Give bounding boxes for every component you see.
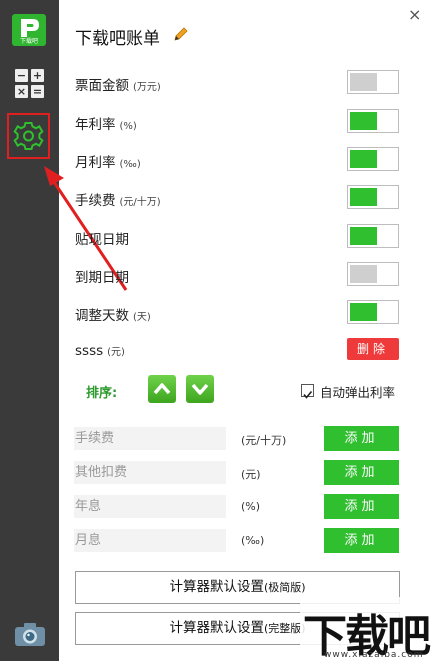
monthly-interest-input[interactable] [74, 529, 226, 552]
toggle-annual-rate[interactable] [347, 109, 399, 133]
sort-down-button[interactable] [186, 375, 214, 403]
sidebar: 下载吧 − + × = [0, 0, 59, 661]
watermark-url: www.xiazaiba.com [324, 650, 424, 660]
chevron-up-icon [153, 383, 171, 395]
edit-pencil-icon[interactable] [173, 26, 189, 42]
fee-input-unit: (元/十万) [241, 434, 287, 447]
delete-button[interactable]: 删除 [347, 338, 399, 360]
setting-label-fee: 手续费 (元/十万) [75, 193, 161, 209]
camera-icon[interactable] [14, 621, 46, 647]
setting-label-due-date: 到期日期 [75, 270, 129, 286]
calc-key: × [15, 85, 28, 98]
calc-key: + [31, 69, 44, 82]
toggle-due-date[interactable] [347, 262, 399, 286]
add-annual-interest-button[interactable]: 添加 [324, 494, 399, 519]
logo-text: 下载吧 [19, 38, 38, 45]
add-other-deduction-button[interactable]: 添加 [324, 460, 399, 485]
custom-row-label: ssss (元) [75, 343, 125, 359]
monthly-interest-unit: (‰) [241, 534, 265, 547]
setting-label-monthly-rate: 月利率 (‰) [75, 155, 141, 171]
setting-label-adjust-days: 调整天数 (天) [75, 308, 151, 324]
other-deduction-input[interactable] [74, 461, 226, 484]
calc-key: = [31, 85, 44, 98]
add-monthly-interest-button[interactable]: 添加 [324, 528, 399, 553]
toggle-discount-date[interactable] [347, 224, 399, 248]
other-deduction-unit: (元) [241, 468, 261, 481]
auto-popup-label: 自动弹出利率 [320, 385, 396, 400]
auto-popup-checkbox[interactable] [301, 384, 314, 399]
setting-label-face-amount: 票面金额 (万元) [75, 78, 161, 94]
checkmark-icon [303, 390, 313, 399]
annual-interest-unit: (%) [241, 500, 261, 513]
settings-highlight-box [7, 113, 50, 159]
toggle-fee[interactable] [347, 185, 399, 209]
annual-interest-input[interactable] [74, 495, 226, 518]
sort-up-button[interactable] [148, 375, 176, 403]
toggle-face-amount[interactable] [347, 70, 399, 94]
calc-key: − [15, 69, 28, 82]
calculator-icon[interactable]: − + × = [15, 69, 45, 99]
toggle-adjust-days[interactable] [347, 300, 399, 324]
close-button[interactable]: × [408, 5, 421, 24]
toggle-monthly-rate[interactable] [347, 147, 399, 171]
app-logo-icon: 下载吧 [12, 14, 46, 46]
gear-icon[interactable] [9, 115, 48, 157]
setting-label-annual-rate: 年利率 (%) [75, 117, 137, 133]
sort-label: 排序: [86, 386, 118, 401]
fee-input[interactable] [74, 427, 226, 450]
setting-label-discount-date: 贴现日期 [75, 232, 129, 248]
add-fee-button[interactable]: 添加 [324, 426, 399, 451]
page-title: 下载吧账单 [75, 29, 160, 49]
chevron-down-icon [191, 383, 209, 395]
settings-panel: × 下载吧账单 票面金额 (万元) 年利率 (%) 月利率 (‰) 手续费 (元/十万)… [59, 0, 433, 661]
